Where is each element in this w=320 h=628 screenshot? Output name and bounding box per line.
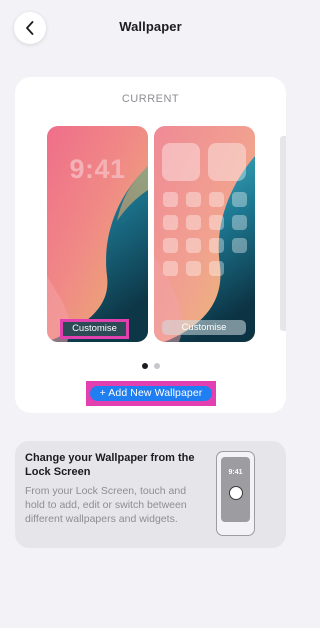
app-icon-placeholder xyxy=(209,238,224,253)
app-icon-placeholder xyxy=(186,261,201,276)
customise-lock-button[interactable]: Customise xyxy=(60,319,129,339)
tip-body: From your Lock Screen, touch and hold to… xyxy=(25,485,187,525)
app-icon-placeholder xyxy=(163,215,178,230)
app-icon-placeholder xyxy=(186,238,201,253)
lock-screen-preview[interactable]: 9:41 xyxy=(47,126,148,342)
app-icon-placeholder xyxy=(163,238,178,253)
next-wallpaper-peek[interactable] xyxy=(280,136,286,331)
tip-title: Change your Wallpaper from the Lock Scre… xyxy=(25,452,195,478)
add-new-wallpaper-button[interactable]: + Add New Wallpaper xyxy=(90,386,212,401)
touch-point-icon xyxy=(229,486,243,500)
app-icon-placeholder xyxy=(209,261,224,276)
app-icon-placeholder xyxy=(163,261,178,276)
lock-screen-time: 9:41 xyxy=(69,154,126,184)
page-dot-active[interactable] xyxy=(142,363,148,369)
page-title: Wallpaper xyxy=(119,19,182,34)
lock-screen-tip-card: Change your Wallpaper from the Lock Scre… xyxy=(15,441,286,548)
app-icon-placeholder xyxy=(232,192,247,207)
widget-placeholder xyxy=(162,143,200,181)
app-icon-placeholder xyxy=(209,215,224,230)
home-screen-icons xyxy=(162,143,248,283)
app-icon-placeholder xyxy=(209,192,224,207)
home-screen-preview[interactable]: Customise xyxy=(154,126,255,342)
app-icon-placeholder xyxy=(232,215,247,230)
app-icon-placeholder xyxy=(186,215,201,230)
app-icon-placeholder xyxy=(232,238,247,253)
widget-placeholder xyxy=(208,143,246,181)
phone-illustration-time: 9:41 xyxy=(228,469,243,476)
app-icon-placeholder xyxy=(186,192,201,207)
page-dot[interactable] xyxy=(154,363,160,369)
current-wallpaper-card: CURRENT 9:41 Customise Customise + Add N… xyxy=(15,77,286,413)
current-label: CURRENT xyxy=(121,93,180,105)
phone-illustration-icon: 9:41 xyxy=(216,451,255,536)
customise-home-button[interactable]: Customise xyxy=(162,320,246,335)
app-icon-placeholder xyxy=(163,192,178,207)
phone-illustration-screen: 9:41 xyxy=(221,457,250,522)
